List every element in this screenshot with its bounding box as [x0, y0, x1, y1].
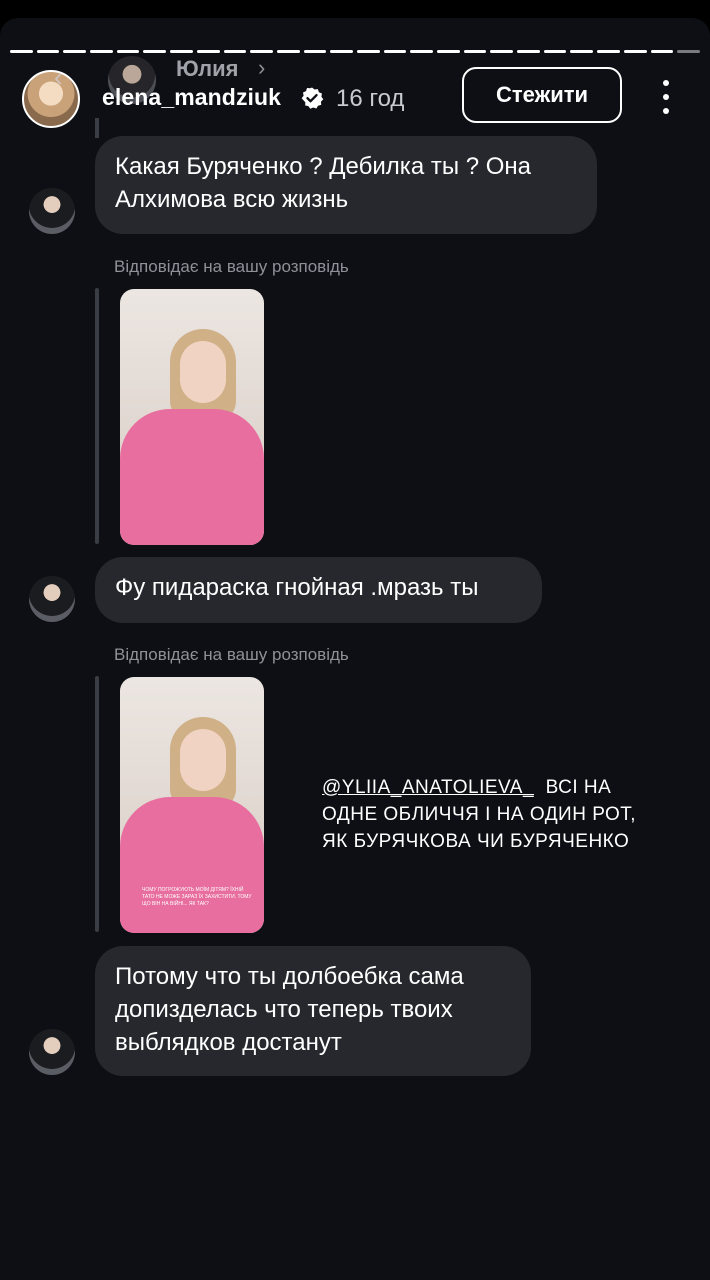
story-thumbnail[interactable]	[120, 289, 264, 545]
story-thumbnail-caption: Чому погрожують моїм дітям? Їхній тато н…	[142, 887, 252, 907]
progress-segment	[143, 50, 167, 53]
progress-segment	[330, 50, 353, 53]
verified-badge-icon	[301, 87, 324, 109]
progress-segment	[597, 50, 620, 53]
progress-segment	[223, 50, 247, 53]
progress-segment	[303, 50, 327, 53]
progress-segment	[677, 50, 700, 53]
progress-segment	[463, 50, 487, 53]
progress-segment	[543, 50, 567, 53]
chevron-right-icon: ›	[258, 55, 266, 80]
story-timestamp: 16 год	[336, 85, 405, 112]
progress-segment	[356, 50, 380, 53]
progress-segment	[383, 50, 407, 53]
progress-segment	[650, 50, 674, 53]
story-header: ‹ Юлия › elena_mandziuk 16 год Стежити	[0, 55, 710, 136]
message-bubble: Какая Буряченко ? Дебилка ты ? Она Алхим…	[95, 136, 597, 234]
reply-label: Відповідає на вашу розповідь	[114, 257, 349, 276]
story-photo	[120, 797, 264, 933]
progress-segment	[517, 50, 540, 53]
story-photo	[180, 341, 226, 403]
reply-label: Відповідає на вашу розповідь	[114, 645, 349, 664]
progress-segment	[570, 50, 594, 53]
sender-avatar	[29, 576, 75, 622]
progress-segment	[276, 50, 300, 53]
dm-contact-name: Юлия	[176, 56, 239, 81]
progress-segment	[10, 50, 33, 53]
progress-segment	[623, 50, 647, 53]
story-progress-bar	[10, 50, 700, 53]
progress-segment	[170, 50, 193, 53]
more-options-icon[interactable]	[656, 80, 676, 114]
reply-bar	[95, 676, 99, 932]
message-bubble: Фу пидараска гнойная .мразь ты	[95, 557, 542, 623]
progress-segment	[116, 50, 140, 53]
username[interactable]: elena_mandziuk	[102, 84, 281, 111]
reply-bar	[95, 288, 99, 544]
story-overlay-text: @YLIIA_ANATOLIEVA_ ВСІ НА ОДНЕ ОБЛИЧЧЯ І…	[322, 774, 662, 855]
story-photo	[120, 409, 264, 545]
chevron-left-icon: ‹	[54, 62, 63, 92]
progress-segment	[90, 50, 113, 53]
progress-segment	[250, 50, 273, 53]
progress-segment	[437, 50, 460, 53]
story-card[interactable]: ‹ Юлия › elena_mandziuk 16 год Стежити К…	[0, 18, 710, 1280]
message-bubble: Потому что ты долбоебка сама допизделась…	[95, 946, 531, 1076]
sender-avatar	[29, 188, 75, 234]
avatar[interactable]	[22, 70, 80, 128]
screen: ‹ Юлия › elena_mandziuk 16 год Стежити К…	[0, 0, 710, 1280]
progress-segment	[410, 50, 433, 53]
mention-link[interactable]: @YLIIA_ANATOLIEVA_	[322, 777, 534, 798]
progress-segment	[196, 50, 220, 53]
progress-segment	[63, 50, 87, 53]
sender-avatar	[29, 1029, 75, 1075]
reply-bar	[95, 118, 99, 138]
story-photo	[180, 729, 226, 791]
follow-button[interactable]: Стежити	[462, 67, 622, 123]
progress-segment	[36, 50, 60, 53]
progress-segment	[490, 50, 514, 53]
story-thumbnail[interactable]: Чому погрожують моїм дітям? Їхній тато н…	[120, 677, 264, 933]
